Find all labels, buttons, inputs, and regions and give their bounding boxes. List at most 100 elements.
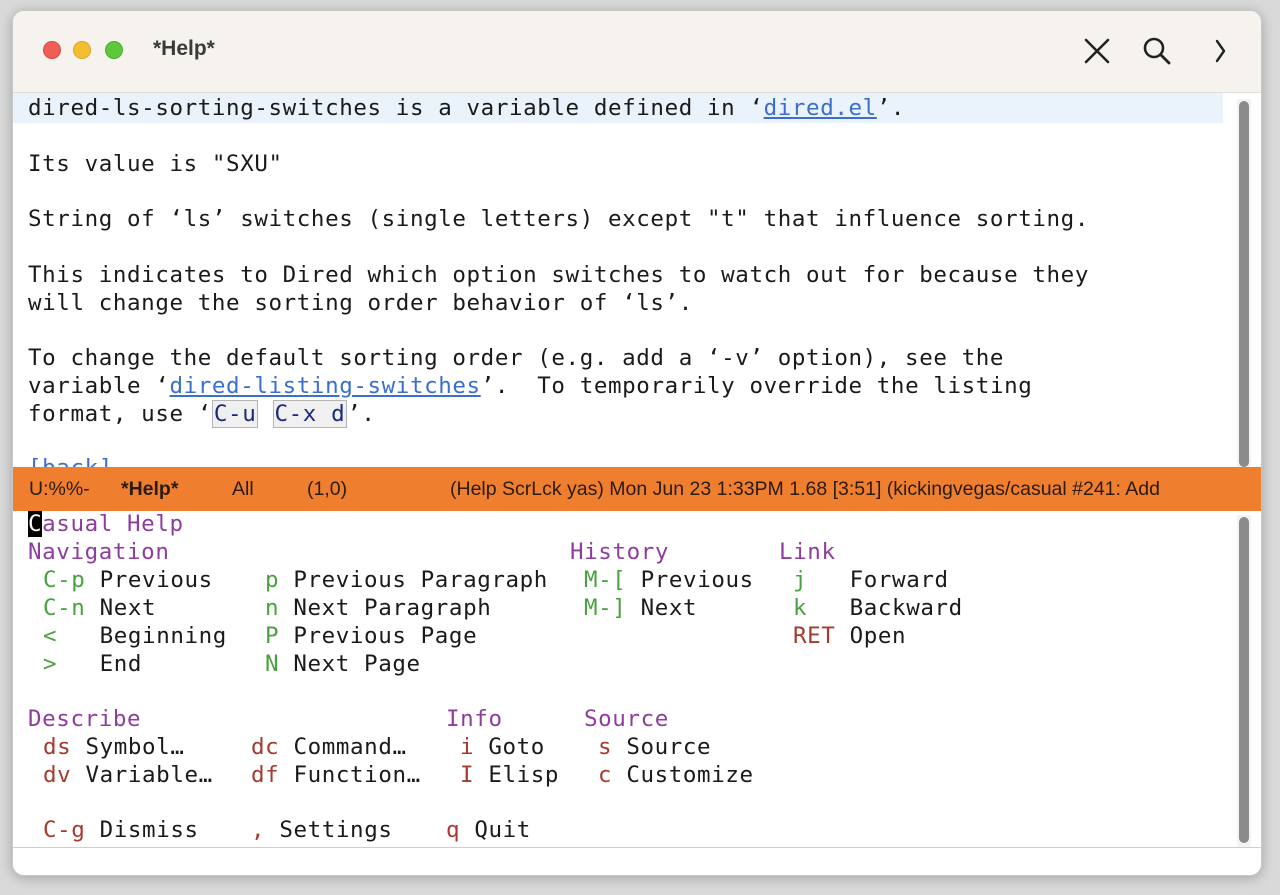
echo-area[interactable]: [13, 847, 1261, 875]
menu-key: ,: [251, 817, 266, 843]
menu-item-history-next[interactable]: M-] Next: [584, 595, 697, 621]
menu-label: Elisp: [488, 762, 560, 788]
help-line-doc-6: format, use ‘C-u C-x d’.: [28, 400, 376, 428]
mode-line-coords: (1,0): [307, 478, 348, 500]
menu-item-quit[interactable]: q Quit: [446, 817, 531, 843]
menu-label: Backward: [849, 595, 963, 621]
casual-help-menu: Casual Help Navigation History Link C-p …: [13, 511, 1223, 845]
menu-key: s: [598, 734, 613, 760]
help-line-doc-5-post: ’. To temporarily override the listing: [480, 373, 1033, 399]
search-icon[interactable]: [1141, 35, 1173, 67]
group-heading-describe: Describe: [28, 706, 142, 732]
menu-item-describe-symbol[interactable]: ds Symbol…: [43, 734, 184, 760]
menu-item-next-paragraph[interactable]: n Next Paragraph: [265, 595, 491, 621]
help-line-1-end: ’.: [876, 95, 906, 121]
help-buffer-scroll-thumb[interactable]: [1239, 101, 1249, 467]
menu-item-describe-variable[interactable]: dv Variable…: [43, 762, 213, 788]
help-line-1-text: dired-ls-sorting-switches is a variable …: [28, 95, 764, 121]
menu-item-describe-function[interactable]: df Function…: [251, 762, 421, 788]
menu-item-link-forward[interactable]: j Forward: [793, 567, 949, 593]
menu-item-customize[interactable]: c Customize: [598, 762, 754, 788]
menu-item-next[interactable]: C-n Next: [43, 595, 156, 621]
mode-line-info: (Help ScrLck yas) Mon Jun 23 1:33PM 1.68…: [450, 478, 1160, 500]
menu-item-previous-paragraph[interactable]: p Previous Paragraph: [265, 567, 548, 593]
help-buffer-scrollbar[interactable]: [1237, 99, 1251, 471]
menu-label: Goto: [488, 734, 545, 760]
minimize-window-button[interactable]: [73, 41, 91, 59]
back-link[interactable]: [back]: [28, 455, 113, 467]
menu-label: Previous Paragraph: [293, 567, 548, 593]
key-c-x-d[interactable]: C-x d: [272, 400, 348, 428]
menu-key: C-n: [43, 595, 86, 621]
help-line-doc-2: This indicates to Dired which option swi…: [28, 262, 1089, 288]
menu-item-previous[interactable]: C-p Previous: [43, 567, 213, 593]
menu-label: Next Paragraph: [293, 595, 492, 621]
menu-item-info-elisp[interactable]: I Elisp: [460, 762, 559, 788]
close-icon[interactable]: [1081, 35, 1113, 67]
menu-key: dc: [251, 734, 280, 760]
close-window-button[interactable]: [43, 41, 61, 59]
menu-scrollbar[interactable]: [1237, 515, 1251, 851]
group-heading-source: Source: [584, 706, 669, 732]
menu-key: >: [43, 651, 58, 677]
menu-item-info-goto[interactable]: i Goto: [460, 734, 545, 760]
menu-key: C-g: [43, 817, 86, 843]
help-line-value: Its value is "SXU": [28, 151, 283, 177]
menu-key: dv: [43, 762, 72, 788]
key-c-u[interactable]: C-u: [211, 400, 259, 428]
cursor: C: [28, 511, 43, 537]
menu-key: q: [446, 817, 461, 843]
menu-key: RET: [793, 623, 836, 649]
menu-key: df: [251, 762, 280, 788]
menu-item-describe-command[interactable]: dc Command…: [251, 734, 407, 760]
chevron-right-icon[interactable]: [1205, 35, 1237, 67]
menu-label: Next Page: [293, 651, 421, 677]
menu-item-settings[interactable]: , Settings: [251, 817, 392, 843]
menu-scroll-thumb[interactable]: [1239, 517, 1249, 843]
menu-item-previous-page[interactable]: P Previous Page: [265, 623, 477, 649]
menu-item-dismiss[interactable]: C-g Dismiss: [43, 817, 199, 843]
mode-line-state: U:%%-: [29, 478, 90, 500]
menu-label: Open: [849, 623, 907, 649]
menu-item-link-backward[interactable]: k Backward: [793, 595, 963, 621]
menu-key: N: [265, 651, 280, 677]
menu-label: Previous Page: [293, 623, 478, 649]
group-heading-info: Info: [446, 706, 503, 732]
group-heading-navigation: Navigation: [28, 539, 170, 565]
menu-item-beginning[interactable]: < Beginning: [43, 623, 227, 649]
menu-key: n: [265, 595, 280, 621]
help-line-1: dired-ls-sorting-switches is a variable …: [28, 95, 905, 121]
title-bar: *Help*: [13, 11, 1261, 93]
dired-listing-switches-link[interactable]: dired-listing-switches: [169, 373, 480, 399]
dired-el-link[interactable]: dired.el: [764, 95, 877, 121]
menu-label: Symbol…: [85, 734, 185, 760]
menu-key: c: [598, 762, 613, 788]
help-buffer-pane[interactable]: dired-ls-sorting-switches is a variable …: [13, 93, 1223, 467]
menu-label: Function…: [293, 762, 421, 788]
group-heading-history: History: [570, 539, 670, 565]
help-line-doc-3: will change the sorting order behavior o…: [28, 290, 693, 316]
menu-key: j: [793, 567, 808, 593]
menu-key: M-[: [584, 567, 627, 593]
menu-item-link-open[interactable]: RET Open: [793, 623, 906, 649]
help-line-doc-6-pre: format, use ‘: [28, 401, 212, 427]
zoom-window-button[interactable]: [105, 41, 123, 59]
menu-key: p: [265, 567, 280, 593]
menu-label: Command…: [293, 734, 407, 760]
menu-label: Settings: [279, 817, 393, 843]
menu-label: Quit: [474, 817, 531, 843]
help-line-doc-5: variable ‘dired-listing-switches’. To te…: [28, 373, 1032, 399]
menu-label: End: [99, 651, 143, 677]
menu-item-history-previous[interactable]: M-[ Previous: [584, 567, 754, 593]
menu-key: k: [793, 595, 808, 621]
menu-key: I: [460, 762, 475, 788]
help-line-doc-6-post: ’.: [347, 401, 376, 427]
menu-item-next-page[interactable]: N Next Page: [265, 651, 421, 677]
menu-label: Beginning: [99, 623, 227, 649]
menu-item-end[interactable]: > End: [43, 651, 142, 677]
menu-key: ds: [43, 734, 72, 760]
group-heading-link: Link: [779, 539, 836, 565]
mode-line: U:%%- *Help* All (1,0) (Help ScrLck yas)…: [13, 467, 1261, 511]
menu-item-source[interactable]: s Source: [598, 734, 711, 760]
mode-line-buffer-name[interactable]: *Help*: [121, 467, 178, 511]
